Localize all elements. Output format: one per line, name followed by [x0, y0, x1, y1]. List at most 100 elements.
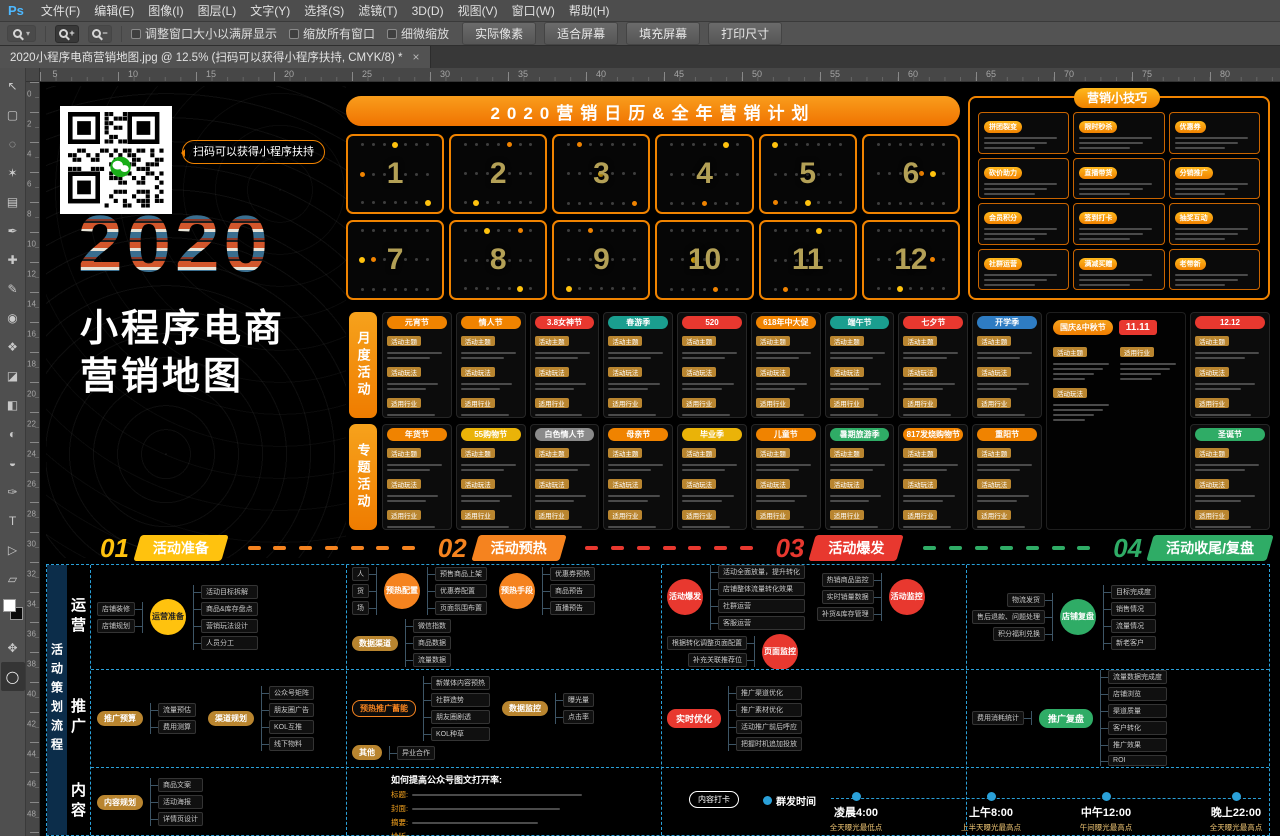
field-tag: 活动主题: [830, 448, 864, 458]
options-button[interactable]: 适合屏幕: [544, 22, 618, 45]
tab-close-button[interactable]: ×: [413, 50, 420, 64]
timeline-time: 上午8:00: [943, 804, 1039, 820]
shape-tool[interactable]: ▱: [1, 564, 25, 593]
field-tag: 适用行业: [977, 398, 1011, 408]
monthly-cards-row: 元宵节活动主题活动玩法适用行业情人节活动主题活动玩法适用行业3.8女神节活动主题…: [382, 312, 1042, 418]
menu-item[interactable]: 图像(I): [141, 2, 190, 19]
checkbox-box[interactable]: [131, 29, 141, 39]
options-button[interactable]: 填充屏幕: [626, 22, 700, 45]
menu-item[interactable]: 窗口(W): [505, 2, 562, 19]
blur-tool[interactable]: ◐: [1, 419, 25, 448]
menu-item[interactable]: 图层(L): [191, 2, 244, 19]
document-tab[interactable]: 2020小程序电商营销地图.jpg @ 12.5% (扫码可以获得小程序扶持, …: [0, 46, 431, 68]
field-tag: 活动主题: [903, 336, 937, 346]
tip-item: 老带新: [1169, 249, 1260, 291]
field-tag: 适用行业: [830, 510, 864, 520]
checkbox-box[interactable]: [387, 29, 397, 39]
tip-tag: 直播带货: [1079, 167, 1117, 179]
gradient-tool[interactable]: ◧: [1, 390, 25, 419]
tip-tag: 会员积分: [984, 212, 1022, 224]
path-select-tool[interactable]: ▷: [1, 535, 25, 564]
option-checkbox[interactable]: 细微缩放: [387, 25, 449, 42]
option-checkbox[interactable]: 缩放所有窗口: [289, 25, 375, 42]
menu-item[interactable]: 视图(V): [451, 2, 505, 19]
ruler-number: 15: [206, 69, 216, 79]
menu-item[interactable]: 文字(Y): [243, 2, 297, 19]
healing-brush-tool[interactable]: ✚: [1, 245, 25, 274]
card-title: 重阳节: [977, 428, 1037, 441]
activity-card-3.8女神节: 3.8女神节活动主题活动玩法适用行业: [530, 312, 600, 418]
magic-wand-tool[interactable]: ✶: [1, 158, 25, 187]
field-tag: 适用行业: [387, 398, 421, 408]
menu-item[interactable]: 选择(S): [297, 2, 351, 19]
zoom-in-button[interactable]: +: [55, 25, 79, 43]
field-tag: 活动玩法: [830, 479, 864, 489]
special-cards-row: 年货节活动主题活动玩法适用行业55购物节活动主题活动玩法适用行业白色情人节活动主…: [382, 424, 1042, 530]
calendar-month-6: 6: [862, 134, 960, 214]
ruler-number: 28: [27, 510, 36, 519]
ruler-number: 20: [284, 69, 294, 79]
pen-tool[interactable]: ✑: [1, 477, 25, 506]
ruler-number: 8: [27, 210, 31, 219]
checkbox-label: 缩放所有窗口: [303, 25, 375, 42]
hand-tool[interactable]: ✥: [1, 633, 25, 662]
activity-card-母亲节: 母亲节活动主题活动玩法适用行业: [603, 424, 673, 530]
zoom-out-icon: [92, 29, 101, 38]
menu-item[interactable]: 帮助(H): [562, 2, 617, 19]
zoom-out-button[interactable]: −: [88, 25, 112, 43]
checkbox-box[interactable]: [289, 29, 299, 39]
type-tool[interactable]: T: [1, 506, 25, 535]
field-tag: 适用行业: [830, 398, 864, 408]
activity-card-白色情人节: 白色情人节活动主题活动玩法适用行业: [530, 424, 600, 530]
history-brush-tool[interactable]: ❖: [1, 332, 25, 361]
ruler-number: 26: [27, 480, 36, 489]
checkbox-label: 调整窗口大小以满屏显示: [145, 25, 277, 42]
field-tag: 活动主题: [387, 336, 421, 346]
field-tag: 活动主题: [1195, 336, 1229, 346]
move-tool[interactable]: ↖: [1, 71, 25, 100]
ruler-number: 45: [674, 69, 684, 79]
zoom-tool-preset[interactable]: ▾: [7, 25, 36, 42]
q4-panel-header: 国庆&中秋节 11.11: [1053, 320, 1179, 335]
field-tag: 活动玩法: [535, 367, 569, 377]
clone-stamp-tool[interactable]: ◉: [1, 303, 25, 332]
vertical-ruler: 0246810121416182022242628303234363840424…: [26, 82, 40, 836]
card-title: 端午节: [830, 316, 890, 329]
eyedropper-tool[interactable]: ✒: [1, 216, 25, 245]
foreground-color-swatch[interactable]: [3, 599, 16, 612]
field-tag: 活动玩法: [756, 367, 790, 377]
field-tag: 适用行业: [1195, 510, 1229, 520]
field-tag: 活动玩法: [608, 479, 642, 489]
options-button[interactable]: 打印尺寸: [708, 22, 782, 45]
marquee-tool[interactable]: ▢: [1, 100, 25, 129]
crop-tool[interactable]: ▤: [1, 187, 25, 216]
zoom-tool[interactable]: ◯: [1, 662, 25, 691]
eraser-tool[interactable]: ◪: [1, 361, 25, 390]
color-swatches[interactable]: [2, 598, 24, 628]
checkbox-label: 细微缩放: [401, 25, 449, 42]
field-tag: 活动主题: [756, 336, 790, 346]
options-button[interactable]: 实际像素: [462, 22, 536, 45]
option-checkbox[interactable]: 调整窗口大小以满屏显示: [131, 25, 277, 42]
activity-card-儿童节: 儿童节活动主题活动玩法适用行业: [751, 424, 821, 530]
menu-item[interactable]: 编辑(E): [87, 2, 141, 19]
mindmap-活动爆发: 活动爆发活动全面放量，提升转化店铺整体流量转化效果社群运营客服运营: [667, 565, 805, 630]
menu-item[interactable]: 滤镜(T): [351, 2, 404, 19]
activity-card-重阳节: 重阳节活动主题活动玩法适用行业: [972, 424, 1042, 530]
tip-item: 分销推广: [1169, 158, 1260, 200]
field-tag: 活动主题: [682, 448, 716, 458]
lasso-tool[interactable]: ◌: [1, 129, 25, 158]
field-tag: 活动主题: [830, 336, 864, 346]
menu-item[interactable]: 3D(D): [405, 4, 451, 18]
canvas[interactable]: 扫码可以获得小程序扶持 2020 小程序电商 营销地图 2020营销日历&全年营…: [40, 82, 1280, 836]
mindmap-数据渠道: 数据渠道微信指数商品数据流量数据: [352, 619, 451, 667]
menu-item[interactable]: 文件(F): [34, 2, 87, 19]
brush-tool[interactable]: ✎: [1, 274, 25, 303]
national-day-pill: 国庆&中秋节: [1053, 320, 1113, 335]
field-tag: 活动主题: [608, 336, 642, 346]
activity-card-520: 520活动主题活动玩法适用行业: [677, 312, 747, 418]
dodge-tool[interactable]: ◒: [1, 448, 25, 477]
stage-01: 01活动准备: [100, 535, 225, 561]
magnifier-icon: [13, 29, 22, 38]
month-number: 5: [761, 136, 855, 212]
